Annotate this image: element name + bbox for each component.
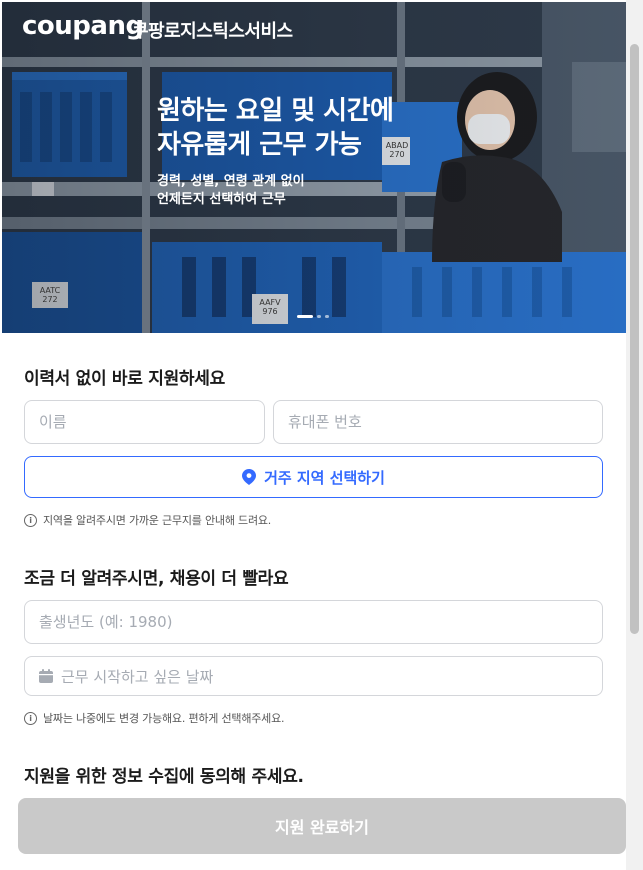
submit-button[interactable]: 지원 완료하기 bbox=[18, 798, 626, 854]
select-region-button[interactable]: 거주 지역 선택하기 bbox=[24, 456, 603, 498]
bin-label: AAFV 976 bbox=[259, 298, 281, 316]
section-title-more-info: 조금 더 알려주시면, 채용이 더 빨라요 bbox=[24, 569, 289, 589]
info-icon: i bbox=[24, 711, 37, 725]
phone-input[interactable] bbox=[273, 400, 603, 444]
coupang-logo[interactable]: coupang bbox=[22, 11, 144, 41]
hero-banner[interactable]: ABAD 270 AATC 272 AAFV 976 coupang 쿠팡로지스… bbox=[2, 2, 626, 333]
birth-year-input[interactable] bbox=[24, 600, 603, 644]
location-pin-icon bbox=[242, 469, 257, 485]
section-title-apply: 이력서 없이 바로 지원하세요 bbox=[24, 369, 225, 389]
info-icon: i bbox=[24, 513, 37, 527]
top-bar: coupang 쿠팡로지스틱스서비스 bbox=[2, 2, 626, 54]
date-hint: i 날짜는 나중에도 변경 가능해요. 편하게 선택해주세요. bbox=[24, 710, 285, 726]
calendar-icon bbox=[39, 669, 53, 683]
date-hint-text: 날짜는 나중에도 변경 가능해요. 편하게 선택해주세요. bbox=[43, 712, 285, 725]
start-date-picker[interactable]: 근무 시작하고 싶은 날짜 bbox=[24, 656, 603, 696]
hero-subtitle-line1: 경력, 성별, 연령 관계 없이 bbox=[157, 174, 305, 189]
carousel-dot[interactable] bbox=[317, 315, 321, 318]
section-title-consent: 지원을 위한 정보 수집에 동의해 주세요. bbox=[24, 767, 304, 787]
hero-subtitle: 경력, 성별, 연령 관계 없이 언제든지 선택하여 근무 bbox=[157, 173, 305, 209]
region-hint: i 지역을 알려주시면 가까운 근무지를 안내해 드려요. bbox=[24, 512, 271, 528]
hero-title: 원하는 요일 및 시간에 자유롭게 근무 가능 bbox=[157, 94, 394, 162]
start-date-placeholder: 근무 시작하고 싶은 날짜 bbox=[61, 667, 214, 686]
scrollbar-track[interactable] bbox=[626, 0, 643, 870]
service-name: 쿠팡로지스틱스서비스 bbox=[132, 21, 293, 42]
name-input[interactable] bbox=[24, 400, 265, 444]
bin-label: AATC 272 bbox=[39, 286, 61, 304]
select-region-label: 거주 지역 선택하기 bbox=[264, 468, 385, 487]
carousel-dot[interactable] bbox=[325, 315, 329, 318]
carousel-dot-active[interactable] bbox=[297, 315, 313, 318]
hero-subtitle-line2: 언제든지 선택하여 근무 bbox=[157, 192, 286, 207]
application-page: ABAD 270 AATC 272 AAFV 976 coupang 쿠팡로지스… bbox=[2, 2, 626, 870]
region-hint-text: 지역을 알려주시면 가까운 근무지를 안내해 드려요. bbox=[43, 514, 272, 527]
hero-title-line2: 자유롭게 근무 가능 bbox=[157, 130, 362, 160]
scrollbar-thumb[interactable] bbox=[630, 44, 639, 634]
hero-title-line1: 원하는 요일 및 시간에 bbox=[157, 96, 394, 126]
